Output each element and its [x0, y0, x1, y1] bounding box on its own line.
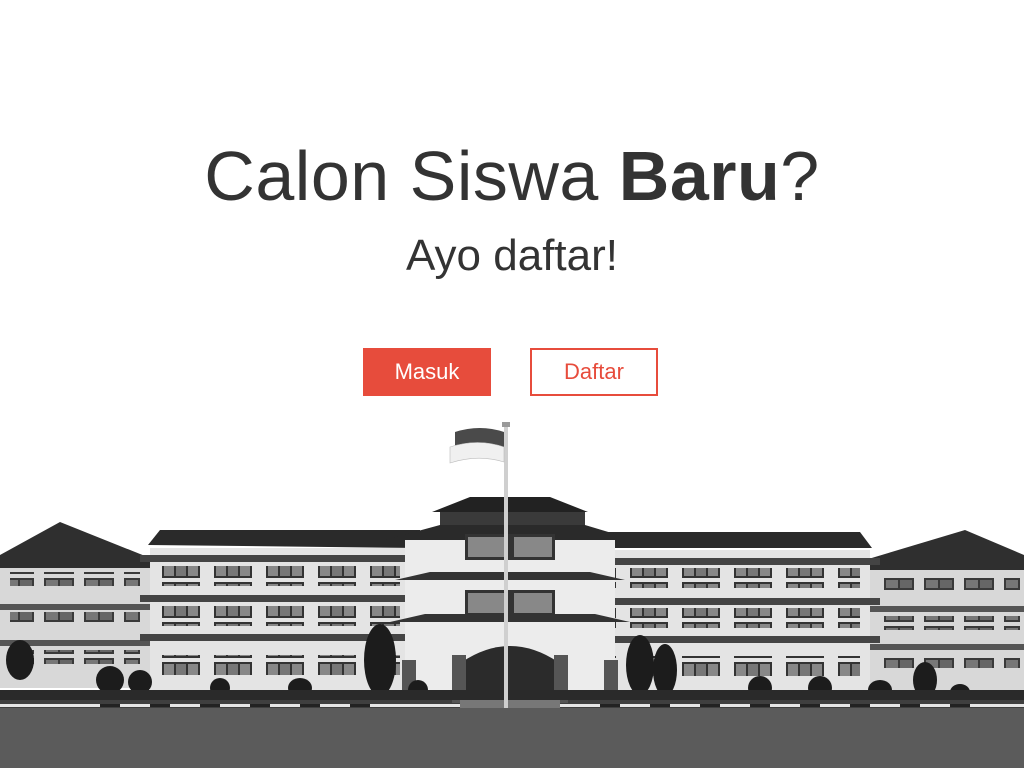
- hero-title-bold: Baru: [618, 137, 781, 215]
- hero-subtitle: Ayo daftar!: [406, 231, 618, 280]
- hero-title-part1: Calon Siswa: [204, 137, 619, 215]
- daftar-button[interactable]: Daftar: [530, 348, 658, 396]
- school-building-image: [0, 422, 1024, 768]
- hero-title-part2: ?: [780, 137, 820, 215]
- masuk-button[interactable]: Masuk: [363, 348, 491, 396]
- hero-title: Calon Siswa Baru?: [0, 138, 1024, 215]
